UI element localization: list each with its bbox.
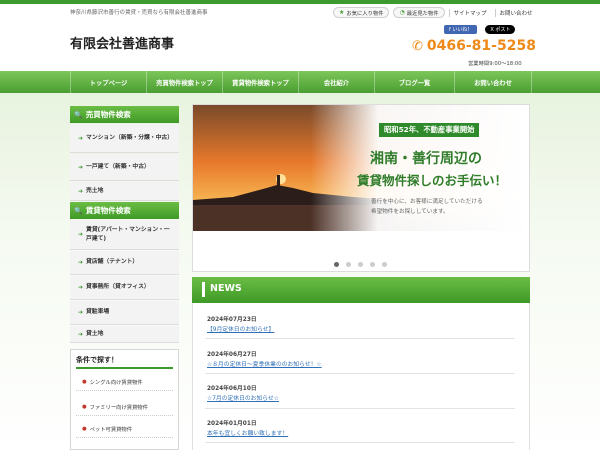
sidebar-item-label: 貸駐車場 bbox=[86, 309, 110, 315]
condition-label: シングル向け賃貸物件 bbox=[89, 379, 143, 386]
hero-subtext-1: 善行を中心に、お客様に満足していただける bbox=[371, 199, 483, 205]
nav-item-sale-search[interactable]: 売買物件検索トップ bbox=[146, 71, 222, 93]
clock-icon: ◔ bbox=[399, 9, 405, 16]
conditions-title: 条件で探す！ bbox=[76, 356, 118, 364]
sidebar-item-mansion[interactable]: ➜ マンション（新築・分譲・中古） bbox=[70, 124, 179, 153]
slider-pagination bbox=[334, 262, 387, 267]
slider-dot[interactable] bbox=[382, 262, 387, 267]
nav-item-company[interactable]: 会社紹介 bbox=[298, 71, 374, 93]
bullet-icon: ● bbox=[82, 425, 87, 432]
sidebar-item-label: 貸事務所（貸オフィス） bbox=[86, 284, 150, 290]
rent-search-title: 賃貸物件検索 bbox=[85, 206, 131, 215]
sidebar-item-store[interactable]: ➜ 貸店舗（テナント） bbox=[70, 251, 179, 275]
sidebar-item-label: 貸土地 bbox=[86, 330, 104, 337]
x-post-button[interactable]: X ポスト bbox=[485, 25, 516, 34]
arrow-right-icon: ➜ bbox=[78, 259, 84, 266]
phone-block: ✆ 0466-81-5258 bbox=[412, 38, 536, 54]
phone-number[interactable]: 0466-81-5258 bbox=[427, 38, 536, 54]
hero-headline-2: 賃貸物件探しのお手伝い！ bbox=[357, 173, 508, 188]
global-nav: トップページ 売買物件検索トップ 賃貸物件検索トップ 会社紹介 ブログ一覧 お問… bbox=[0, 71, 600, 93]
sidebar-item-land-rent[interactable]: ➜ 貸土地 bbox=[70, 326, 179, 343]
news-link[interactable]: 本年も宜しくお願い致します！ bbox=[207, 428, 288, 437]
news-separator bbox=[205, 373, 515, 374]
like-label: いいね！ bbox=[452, 27, 473, 33]
sidebar-item-parking[interactable]: ➜ 貸駐車場 bbox=[70, 301, 179, 325]
news-heading-bar bbox=[192, 277, 530, 303]
rent-search-heading: 🔍 賃貸物件検索 bbox=[70, 202, 179, 219]
recent-button[interactable]: ◔ 最近見た物件 bbox=[393, 7, 445, 18]
bullet-icon: ● bbox=[82, 378, 87, 385]
condition-item-family[interactable]: ● ファミリー向け賃貸物件 bbox=[76, 398, 173, 416]
top-links: ★ お気に入り物件 ◔ 最近見た物件 サイトマップ お問い合わせ bbox=[333, 7, 537, 18]
facebook-like-button[interactable]: f いいね！ bbox=[444, 25, 478, 34]
sidebar-item-label: 賃貸(アパート・マンション・一戸建て) bbox=[86, 226, 170, 242]
favorites-label: お気に入り物件 bbox=[346, 10, 384, 17]
news-link[interactable]: 【9月定休日のお知らせ】 bbox=[207, 324, 274, 333]
condition-label: ペット可賃貸物件 bbox=[89, 426, 133, 433]
search-icon: 🔍 bbox=[74, 206, 83, 215]
news-date: 2024年06月27日 bbox=[207, 352, 257, 358]
news-date: 2024年06月10日 bbox=[207, 386, 257, 392]
slider-dot[interactable] bbox=[358, 262, 363, 267]
news-date: 2024年01月01日 bbox=[207, 421, 257, 427]
arrow-right-icon: ➜ bbox=[78, 330, 84, 338]
news-link[interactable]: ☆８月の定休日～夏季休業ののお知らせ！☆ bbox=[207, 359, 322, 368]
star-icon: ★ bbox=[339, 9, 345, 16]
nav-item-contact[interactable]: お問い合わせ bbox=[454, 71, 532, 93]
search-icon: 🔍 bbox=[74, 110, 83, 119]
nav-item-rent-search[interactable]: 賃貸物件検索トップ bbox=[222, 71, 298, 93]
business-hours: 営業時間9:00～18:00 bbox=[468, 61, 522, 67]
phone-icon: ✆ bbox=[412, 38, 423, 54]
arrow-right-icon: ➜ bbox=[78, 163, 84, 171]
post-label: ポスト bbox=[495, 27, 511, 33]
sidebar-item-house[interactable]: ➜ 一戸建て（新築・中古） bbox=[70, 154, 179, 181]
conditions-divider bbox=[76, 367, 173, 369]
sidebar-item-label: 売土地 bbox=[86, 187, 104, 194]
nav-item-blog[interactable]: ブログ一覧 bbox=[374, 71, 454, 93]
sidebar-item-office[interactable]: ➜ 貸事務所（貸オフィス） bbox=[70, 276, 179, 300]
favorites-button[interactable]: ★ お気に入り物件 bbox=[333, 7, 390, 18]
news-separator bbox=[205, 338, 515, 339]
hero-headline-1: 湘南・善行周辺の bbox=[370, 151, 482, 167]
news-separator bbox=[205, 408, 515, 409]
site-tagline: 神奈川県藤沢市善行の賃貸・売買なら有限会社善進商事 bbox=[70, 10, 208, 16]
sidebar-item-label: マンション（新築・分譲・中古） bbox=[86, 134, 173, 141]
news-link[interactable]: ☆7月の定休日のお知らせ☆ bbox=[207, 393, 279, 402]
slider-dot[interactable] bbox=[370, 262, 375, 267]
social-buttons: f いいね！ X ポスト bbox=[444, 25, 516, 34]
arrow-right-icon: ➜ bbox=[78, 134, 84, 142]
nav-item-top[interactable]: トップページ bbox=[70, 71, 146, 93]
arrow-right-icon: ➜ bbox=[78, 231, 84, 238]
contact-link[interactable]: お問い合わせ bbox=[494, 8, 537, 17]
arrow-right-icon: ➜ bbox=[78, 309, 84, 316]
condition-item-single[interactable]: ● シングル向け賃貸物件 bbox=[76, 373, 173, 391]
news-heading-accent bbox=[202, 282, 205, 297]
hero-subtext-2: 希望物件をお探ししています。 bbox=[371, 209, 449, 215]
sitemap-link[interactable]: サイトマップ bbox=[448, 8, 491, 17]
news-separator bbox=[205, 442, 515, 443]
site-name[interactable]: 有限会社善進商事 bbox=[70, 33, 174, 52]
slider-dot[interactable] bbox=[346, 262, 351, 267]
sale-search-title: 売買物件検索 bbox=[85, 110, 131, 119]
condition-item-pet[interactable]: ● ペット可賃貸物件 bbox=[76, 420, 173, 438]
condition-label: ファミリー向け賃貸物件 bbox=[89, 404, 148, 411]
sale-search-heading: 🔍 売買物件検索 bbox=[70, 106, 179, 123]
sidebar-item-land-sale[interactable]: ➜ 売土地 bbox=[70, 182, 179, 201]
news-title: NEWS bbox=[210, 283, 242, 294]
arrow-right-icon: ➜ bbox=[78, 284, 84, 291]
sidebar-item-label: 貸店舗（テナント） bbox=[86, 259, 139, 265]
bullet-icon: ● bbox=[82, 403, 87, 410]
since-badge: 昭和52年、不動産事業開始 bbox=[379, 123, 480, 137]
top-strip bbox=[0, 0, 600, 4]
sidebar-item-label: 一戸建て（新築・中古） bbox=[86, 163, 150, 170]
recent-label: 最近見た物件 bbox=[406, 10, 439, 17]
slider-dot[interactable] bbox=[334, 262, 339, 267]
arrow-right-icon: ➜ bbox=[78, 187, 84, 195]
sidebar-item-rental-housing[interactable]: ➜ 賃貸(アパート・マンション・一戸建て) bbox=[70, 220, 179, 250]
news-date: 2024年07月23日 bbox=[207, 317, 257, 323]
